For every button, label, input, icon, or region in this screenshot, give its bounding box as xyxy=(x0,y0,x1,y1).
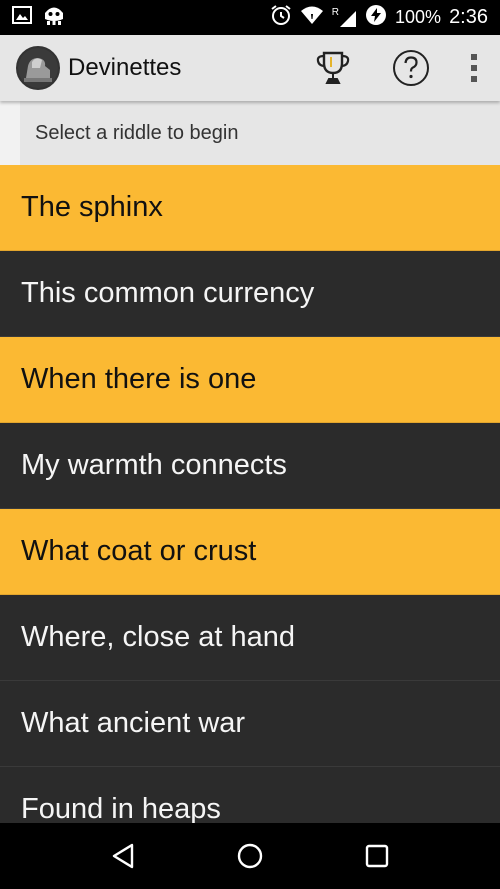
roaming-signal-icon: R xyxy=(331,6,357,28)
alarm-icon xyxy=(270,4,292,31)
app-logo-icon[interactable] xyxy=(16,46,60,90)
home-icon xyxy=(237,843,263,869)
image-notification-icon xyxy=(12,6,32,29)
cyanogen-mod-icon xyxy=(42,4,66,31)
app-title: Devinettes xyxy=(68,54,182,81)
overflow-menu-button[interactable] xyxy=(464,45,484,91)
navigation-bar xyxy=(0,823,500,889)
back-button[interactable] xyxy=(103,836,143,876)
home-button[interactable] xyxy=(230,836,270,876)
battery-percent: 100% xyxy=(395,7,442,27)
app-actions xyxy=(278,45,484,91)
status-left xyxy=(12,4,66,31)
battery-charging-icon xyxy=(365,4,387,31)
trophy-icon xyxy=(316,51,350,84)
riddle-item-what-coat-or-crust[interactable]: What coat or crust xyxy=(0,509,500,595)
back-icon xyxy=(113,843,134,869)
roaming-label: R xyxy=(331,6,340,18)
app-bar: Devinettes xyxy=(0,35,500,101)
recents-button[interactable] xyxy=(357,836,397,876)
riddle-item-common-currency[interactable]: This common currency xyxy=(0,251,500,337)
riddle-item-what-ancient-war[interactable]: What ancient war xyxy=(0,681,500,767)
recents-icon xyxy=(365,844,388,868)
clock: 2:36 xyxy=(449,6,488,28)
status-bar: R 100% 2:36 xyxy=(0,0,500,35)
wifi-icon xyxy=(300,5,324,30)
riddle-item-where-close-at-hand[interactable]: Where, close at hand xyxy=(0,595,500,681)
help-icon xyxy=(393,50,429,86)
riddle-item-the-sphinx[interactable]: The sphinx xyxy=(0,165,500,251)
instruction-banner: Select a riddle to begin xyxy=(0,101,500,165)
riddle-list: The sphinx This common currency When the… xyxy=(0,165,500,823)
riddle-item-found-in-heaps[interactable]: Found in heaps xyxy=(0,767,500,823)
overflow-menu-icon xyxy=(471,54,477,82)
help-button[interactable] xyxy=(388,45,434,91)
status-right: R 100% 2:36 xyxy=(270,4,488,31)
riddle-item-my-warmth-connects[interactable]: My warmth connects xyxy=(0,423,500,509)
trophy-button[interactable] xyxy=(310,45,356,91)
riddle-item-when-there-is-one[interactable]: When there is one xyxy=(0,337,500,423)
